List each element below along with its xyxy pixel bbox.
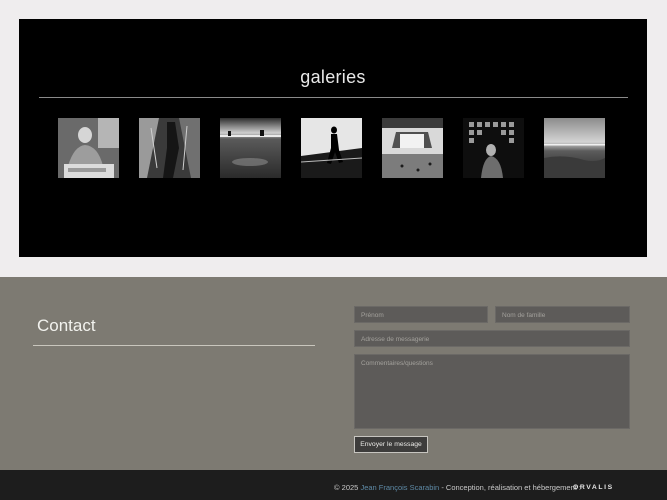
archway-photo-icon xyxy=(382,118,443,178)
seascape-photo-icon xyxy=(544,118,605,178)
orvalis-logo[interactable]: ORVALIS xyxy=(573,484,614,491)
gallery-thumbnail-ground[interactable] xyxy=(220,118,281,178)
copyright-text: © 2025 xyxy=(334,483,359,492)
thumbnail-strip xyxy=(19,19,647,257)
first-name-field[interactable]: Prénom xyxy=(354,306,488,323)
gallery-thumbnail-grid[interactable] xyxy=(463,118,524,178)
silhouette-walker-photo-icon xyxy=(301,118,362,178)
gallery-thumbnail-portrait[interactable] xyxy=(58,118,119,178)
contact-section: Contact Prénom Nom de famille Adresse de… xyxy=(0,277,667,470)
contact-divider xyxy=(33,345,315,346)
portrait-photo-icon xyxy=(58,118,119,178)
gallery-thumbnail-walker[interactable] xyxy=(301,118,362,178)
window-grid-photo-icon xyxy=(463,118,524,178)
footer-credits: © 2025 Jean François Scarabin - Concepti… xyxy=(334,483,581,492)
hanging-figures-photo-icon xyxy=(139,118,200,178)
author-link[interactable]: Jean François Scarabin xyxy=(360,483,439,492)
gallery-thumbnail-figures[interactable] xyxy=(139,118,200,178)
message-textarea[interactable]: Commentaires/questions xyxy=(354,354,630,429)
send-message-button[interactable]: Envoyer le message xyxy=(354,436,428,453)
last-name-field[interactable]: Nom de famille xyxy=(495,306,630,323)
wet-ground-photo-icon xyxy=(220,118,281,178)
galleries-section: galeries xyxy=(19,19,647,257)
footer: © 2025 Jean François Scarabin - Concepti… xyxy=(0,470,667,500)
gallery-thumbnail-seascape[interactable] xyxy=(544,118,605,178)
contact-title: Contact xyxy=(37,316,96,335)
gallery-thumbnail-archway[interactable] xyxy=(382,118,443,178)
email-field[interactable]: Adresse de messagerie xyxy=(354,330,630,347)
credits-text: - Conception, réalisation et hébergement… xyxy=(441,483,581,492)
